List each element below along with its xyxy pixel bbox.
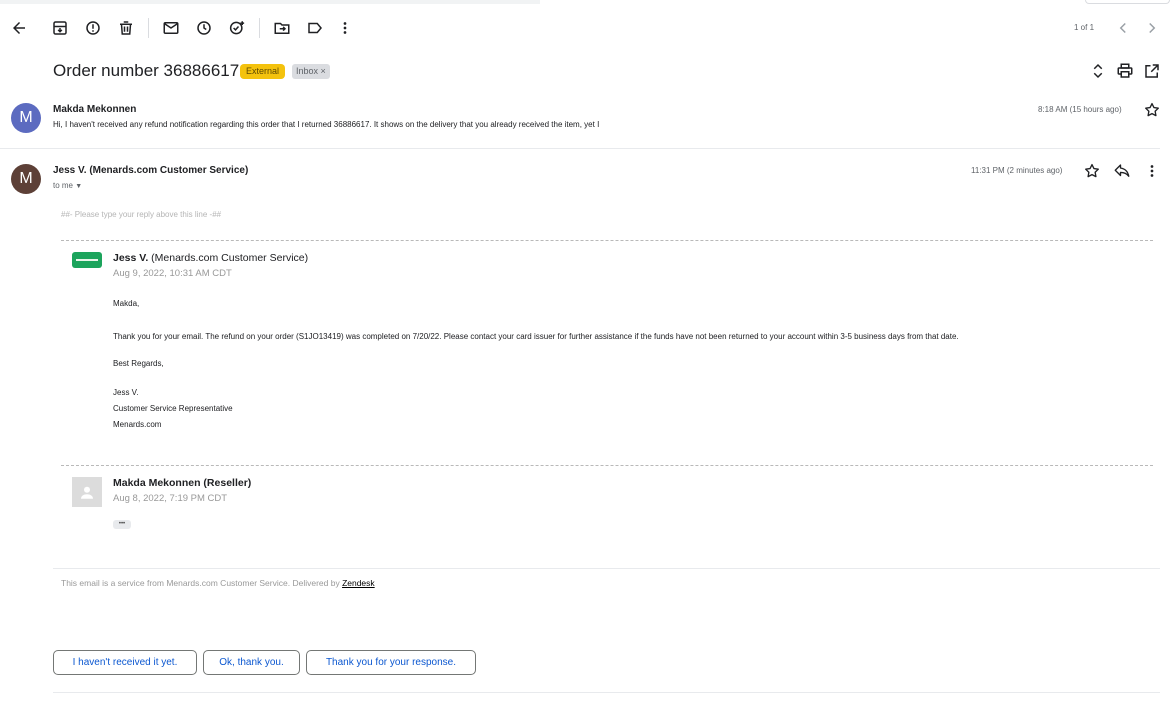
email-footer: This email is a service from Menards.com… xyxy=(61,578,375,588)
pagination-text: 1 of 1 xyxy=(1074,23,1095,32)
comment-author: Jess V. (Menards.com Customer Service) xyxy=(113,252,308,264)
chevron-left-icon[interactable] xyxy=(1113,18,1133,38)
thread-separator xyxy=(61,240,1153,241)
chevron-right-icon[interactable] xyxy=(1142,18,1162,38)
bottom-divider xyxy=(53,692,1160,693)
smart-reply-button[interactable]: Ok, thank you. xyxy=(203,650,300,675)
message-time: 11:31 PM (2 minutes ago) xyxy=(971,166,1063,175)
external-label: External xyxy=(240,64,286,79)
menards-logo xyxy=(72,252,102,268)
signature-name: Jess V. xyxy=(113,388,139,397)
smart-reply-button[interactable]: I haven't received it yet. xyxy=(53,650,197,675)
inbox-label[interactable]: Inbox × xyxy=(292,64,330,79)
show-trimmed-content-button[interactable]: ••• xyxy=(113,520,131,529)
recipient-dropdown[interactable]: to me ▼ xyxy=(53,181,82,190)
sender-name[interactable]: Jess V. (Menards.com Customer Service) xyxy=(53,165,248,176)
more-vert-icon[interactable] xyxy=(335,18,355,38)
comment-date: Aug 9, 2022, 10:31 AM CDT xyxy=(113,268,232,279)
smart-reply-button[interactable]: Thank you for your response. xyxy=(306,650,476,675)
message-snippet[interactable]: Hi, I haven't received any refund notifi… xyxy=(53,120,599,129)
caret-down-icon[interactable]: ▼ xyxy=(75,183,82,190)
comment-author: Makda Mekonnen (Reseller) xyxy=(113,477,252,489)
email-subject: Order number 36886617 xyxy=(53,61,240,80)
comment-greeting: Makda, xyxy=(113,299,140,308)
toolbar-divider xyxy=(148,18,149,38)
star-icon[interactable] xyxy=(1082,161,1102,181)
back-arrow-icon[interactable] xyxy=(9,18,29,38)
mark-unread-icon[interactable] xyxy=(161,18,181,38)
message-divider xyxy=(0,148,1160,149)
top-right-edge xyxy=(1085,0,1170,4)
print-icon[interactable] xyxy=(1115,61,1135,81)
comment-body: Thank you for your email. The refund on … xyxy=(113,332,959,341)
open-in-new-window-icon[interactable] xyxy=(1142,61,1162,81)
message-time: 8:18 AM (15 hours ago) xyxy=(1038,105,1122,114)
move-to-folder-icon[interactable] xyxy=(272,18,292,38)
avatar[interactable]: M xyxy=(11,164,41,194)
archive-icon[interactable] xyxy=(50,18,70,38)
thread-separator xyxy=(61,465,1153,466)
delete-icon[interactable] xyxy=(116,18,136,38)
comment-date: Aug 8, 2022, 7:19 PM CDT xyxy=(113,493,228,504)
footer-divider xyxy=(53,568,1160,569)
toolbar-divider xyxy=(259,18,260,38)
expand-all-icon[interactable] xyxy=(1088,61,1108,81)
add-to-tasks-icon[interactable] xyxy=(227,18,247,38)
reply-icon[interactable] xyxy=(1112,161,1132,181)
label-icon[interactable] xyxy=(305,18,325,38)
footer-text: This email is a service from Menards.com… xyxy=(61,578,343,588)
default-user-avatar xyxy=(72,477,102,507)
zendesk-link[interactable]: Zendesk xyxy=(342,578,375,588)
comment-closing: Best Regards, xyxy=(113,359,164,368)
comment-author-bold: Jess V. xyxy=(113,252,149,264)
signature-company: Menards.com xyxy=(113,420,162,429)
more-vert-icon[interactable] xyxy=(1142,161,1162,181)
recipient-label: to me xyxy=(53,181,74,190)
star-icon[interactable] xyxy=(1142,100,1162,120)
report-spam-icon[interactable] xyxy=(83,18,103,38)
snooze-icon[interactable] xyxy=(194,18,214,38)
top-edge-bar xyxy=(0,0,540,4)
avatar[interactable]: M xyxy=(11,103,41,133)
comment-author-rest: (Menards.com Customer Service) xyxy=(148,252,309,264)
signature-title: Customer Service Representative xyxy=(113,404,233,413)
sender-name[interactable]: Makda Mekonnen xyxy=(53,104,136,115)
reply-above-line-text: ##- Please type your reply above this li… xyxy=(61,210,222,219)
